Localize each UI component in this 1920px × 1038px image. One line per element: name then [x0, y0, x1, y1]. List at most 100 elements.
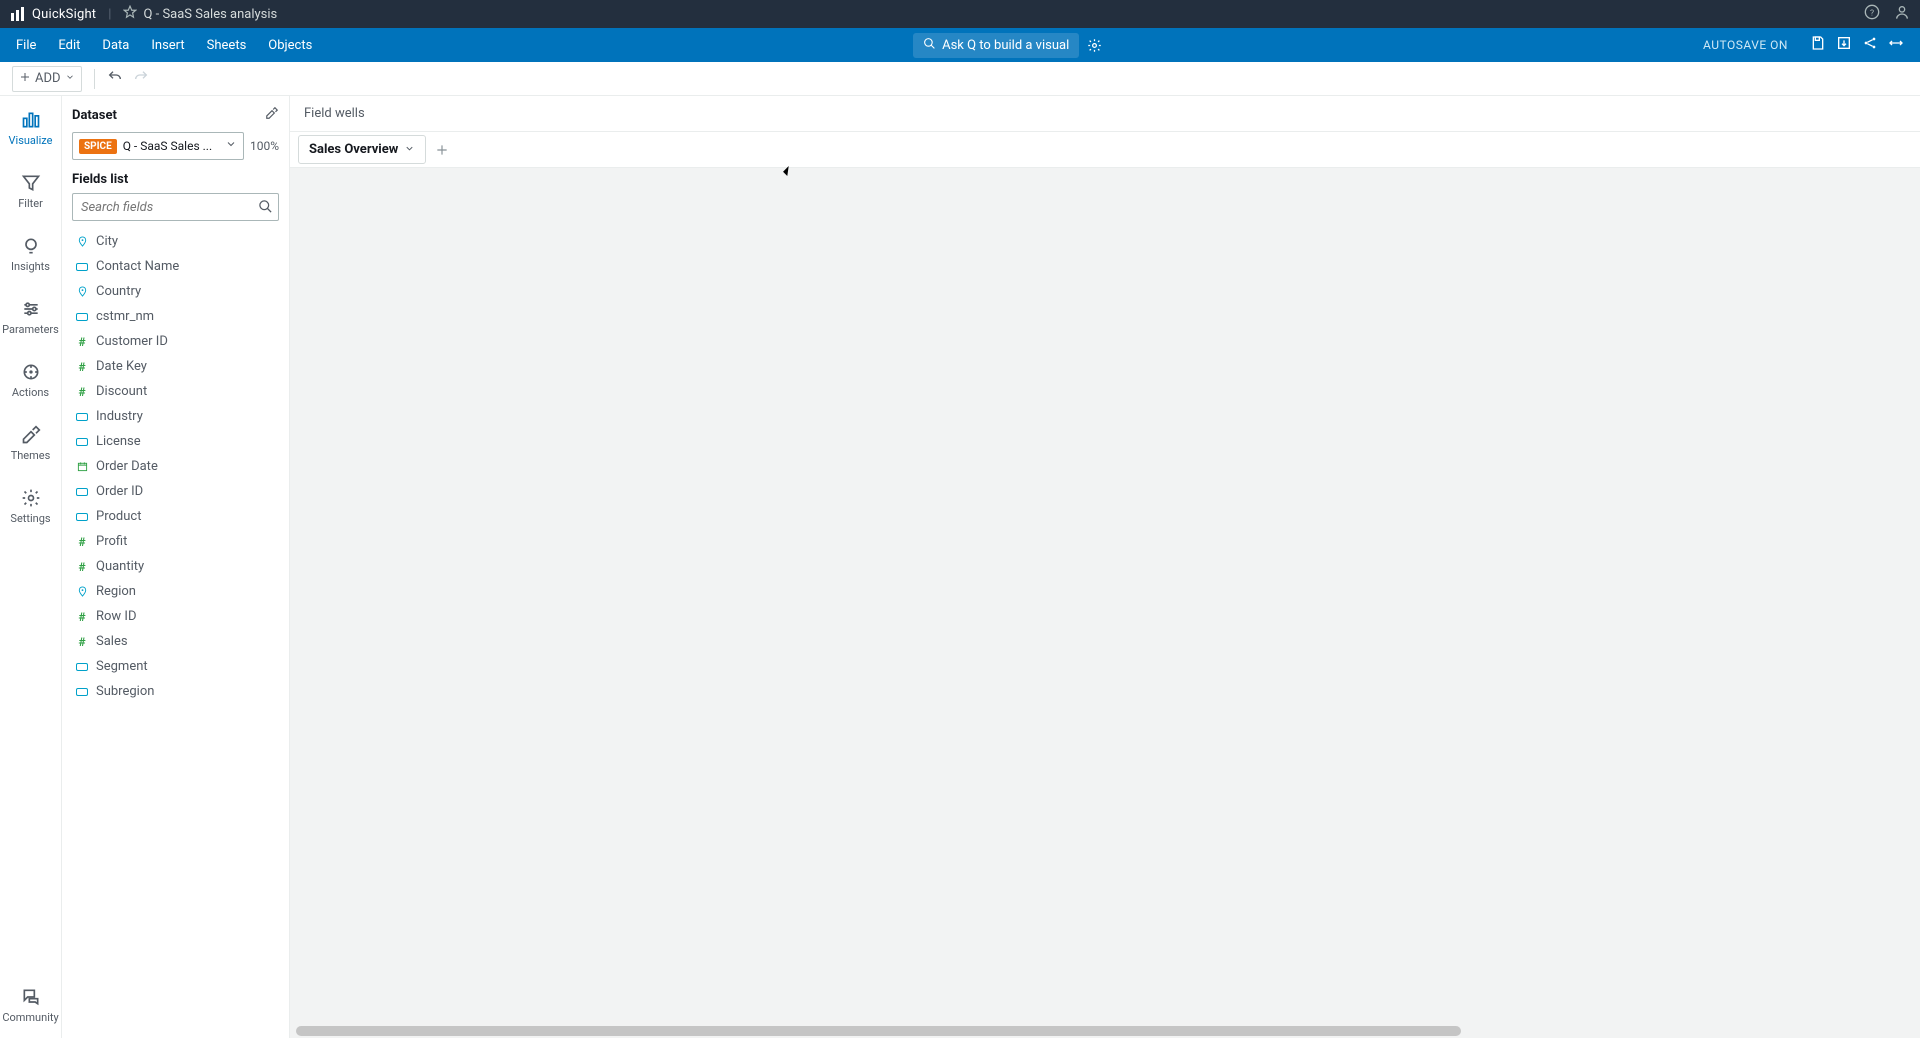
rail-community[interactable]: Community	[0, 983, 61, 1028]
user-icon[interactable]	[1894, 4, 1910, 24]
field-type-icon	[76, 461, 88, 472]
field-item[interactable]: #Row ID	[72, 604, 279, 629]
field-item[interactable]: Contact Name	[72, 254, 279, 279]
field-type-icon: #	[76, 535, 88, 549]
rail-visualize[interactable]: Visualize	[0, 106, 61, 151]
field-name: License	[96, 434, 141, 449]
help-icon[interactable]: ?	[1864, 4, 1880, 24]
rail-filter[interactable]: Filter	[0, 169, 61, 214]
analysis-title: Q - SaaS Sales analysis	[143, 7, 277, 22]
fit-width-icon[interactable]	[1888, 35, 1904, 55]
menu-objects[interactable]: Objects	[268, 38, 312, 53]
undo-redo-group	[107, 69, 149, 89]
menu-file[interactable]: File	[16, 38, 36, 53]
field-item[interactable]: Order Date	[72, 454, 279, 479]
menu-insert[interactable]: Insert	[151, 38, 184, 53]
rail-settings[interactable]: Settings	[0, 484, 61, 529]
fields-list-heading: Fields list	[72, 172, 279, 187]
field-item[interactable]: # Profit	[72, 529, 279, 554]
add-sheet-button[interactable]	[430, 138, 454, 162]
ask-q-button[interactable]: Ask Q to build a visual	[913, 33, 1079, 58]
svg-text:?: ?	[1870, 8, 1874, 18]
field-wells-label: Field wells	[304, 106, 365, 121]
quicksight-logo-icon	[10, 6, 26, 22]
field-name: Profit	[96, 534, 127, 549]
field-type-icon: #	[76, 560, 88, 574]
field-item[interactable]: Region	[72, 579, 279, 604]
toolbar: ADD	[0, 62, 1920, 96]
field-name: Region	[96, 584, 136, 599]
field-name: Segment	[96, 659, 148, 674]
menubar: File Edit Data Insert Sheets Objects Ask…	[0, 28, 1920, 62]
field-name: Discount	[96, 384, 147, 399]
field-item[interactable]: Segment	[72, 654, 279, 679]
field-item[interactable]: #Customer ID	[72, 329, 279, 354]
canvas: Field wells Sales Overview	[290, 96, 1920, 1038]
menubar-right: AUTOSAVE ON	[1703, 35, 1904, 55]
rail-parameters[interactable]: Parameters	[0, 295, 61, 340]
field-item[interactable]: # Quantity	[72, 554, 279, 579]
app-logo-area: QuickSight	[10, 6, 96, 22]
field-type-icon: #	[76, 635, 88, 649]
canvas-body[interactable]	[290, 168, 1920, 1038]
menu-sheets[interactable]: Sheets	[207, 38, 247, 53]
field-type-icon	[76, 687, 88, 697]
field-item[interactable]: Country	[72, 279, 279, 304]
rail-insights-label: Insights	[11, 260, 50, 273]
field-name: Quantity	[96, 559, 144, 574]
topbar-separator: |	[108, 7, 111, 22]
toolbar-divider	[94, 69, 95, 89]
menu-data[interactable]: Data	[102, 38, 129, 53]
sheet-tabs: Sales Overview	[290, 132, 1920, 168]
field-wells-bar[interactable]: Field wells	[290, 96, 1920, 132]
sheet-tab-label: Sales Overview	[309, 142, 398, 157]
field-item[interactable]: # Date Key	[72, 354, 279, 379]
field-name: Date Key	[96, 359, 147, 374]
dataset-name: Q - SaaS Sales ...	[123, 139, 219, 153]
share-icon[interactable]	[1862, 35, 1878, 55]
menubar-right-icons	[1810, 35, 1904, 55]
edit-dataset-icon[interactable]	[265, 106, 279, 124]
field-name: cstmr_nm	[96, 309, 154, 324]
field-item[interactable]: Order ID	[72, 479, 279, 504]
field-name: Sales	[96, 634, 128, 649]
horizontal-scrollbar[interactable]	[296, 1026, 1914, 1036]
menu-items: File Edit Data Insert Sheets Objects	[16, 38, 312, 53]
rail-themes[interactable]: Themes	[0, 421, 61, 466]
field-type-icon: #	[76, 360, 88, 374]
field-item[interactable]: Subregion	[72, 679, 279, 704]
dataset-dropdown[interactable]: SPICE Q - SaaS Sales ...	[72, 132, 244, 160]
scrollbar-thumb[interactable]	[296, 1026, 1461, 1036]
fields-search-input[interactable]	[72, 193, 279, 221]
redo-button[interactable]	[133, 69, 149, 89]
fields-search	[72, 193, 279, 221]
dataset-heading: Dataset	[72, 108, 117, 123]
field-name: Contact Name	[96, 259, 179, 274]
field-item[interactable]: License	[72, 429, 279, 454]
undo-button[interactable]	[107, 69, 123, 89]
ask-q-label: Ask Q to build a visual	[942, 38, 1069, 53]
rail-insights[interactable]: Insights	[0, 232, 61, 277]
field-item[interactable]: # Discount	[72, 379, 279, 404]
field-name: City	[96, 234, 118, 249]
rail-actions[interactable]: Actions	[0, 358, 61, 403]
field-item[interactable]: City	[72, 229, 279, 254]
menu-edit[interactable]: Edit	[58, 38, 80, 53]
search-icon	[923, 37, 936, 54]
field-item[interactable]: Industry	[72, 404, 279, 429]
autosave-status: AUTOSAVE ON	[1703, 38, 1788, 52]
topbar: QuickSight | Q - SaaS Sales analysis ?	[0, 0, 1920, 28]
field-item[interactable]: Product	[72, 504, 279, 529]
sheet-tab-sales-overview[interactable]: Sales Overview	[298, 135, 426, 164]
export-icon[interactable]	[1836, 35, 1852, 55]
ask-q-settings-icon[interactable]	[1087, 38, 1102, 53]
save-icon[interactable]	[1810, 35, 1826, 55]
field-type-icon: #	[76, 385, 88, 399]
rail-visualize-label: Visualize	[9, 134, 53, 147]
field-type-icon	[76, 312, 88, 322]
field-item[interactable]: cstmr_nm	[72, 304, 279, 329]
field-item[interactable]: # Sales	[72, 629, 279, 654]
rail-filter-label: Filter	[18, 197, 43, 210]
add-button[interactable]: ADD	[12, 66, 82, 92]
favorite-star-icon[interactable]	[123, 5, 137, 23]
